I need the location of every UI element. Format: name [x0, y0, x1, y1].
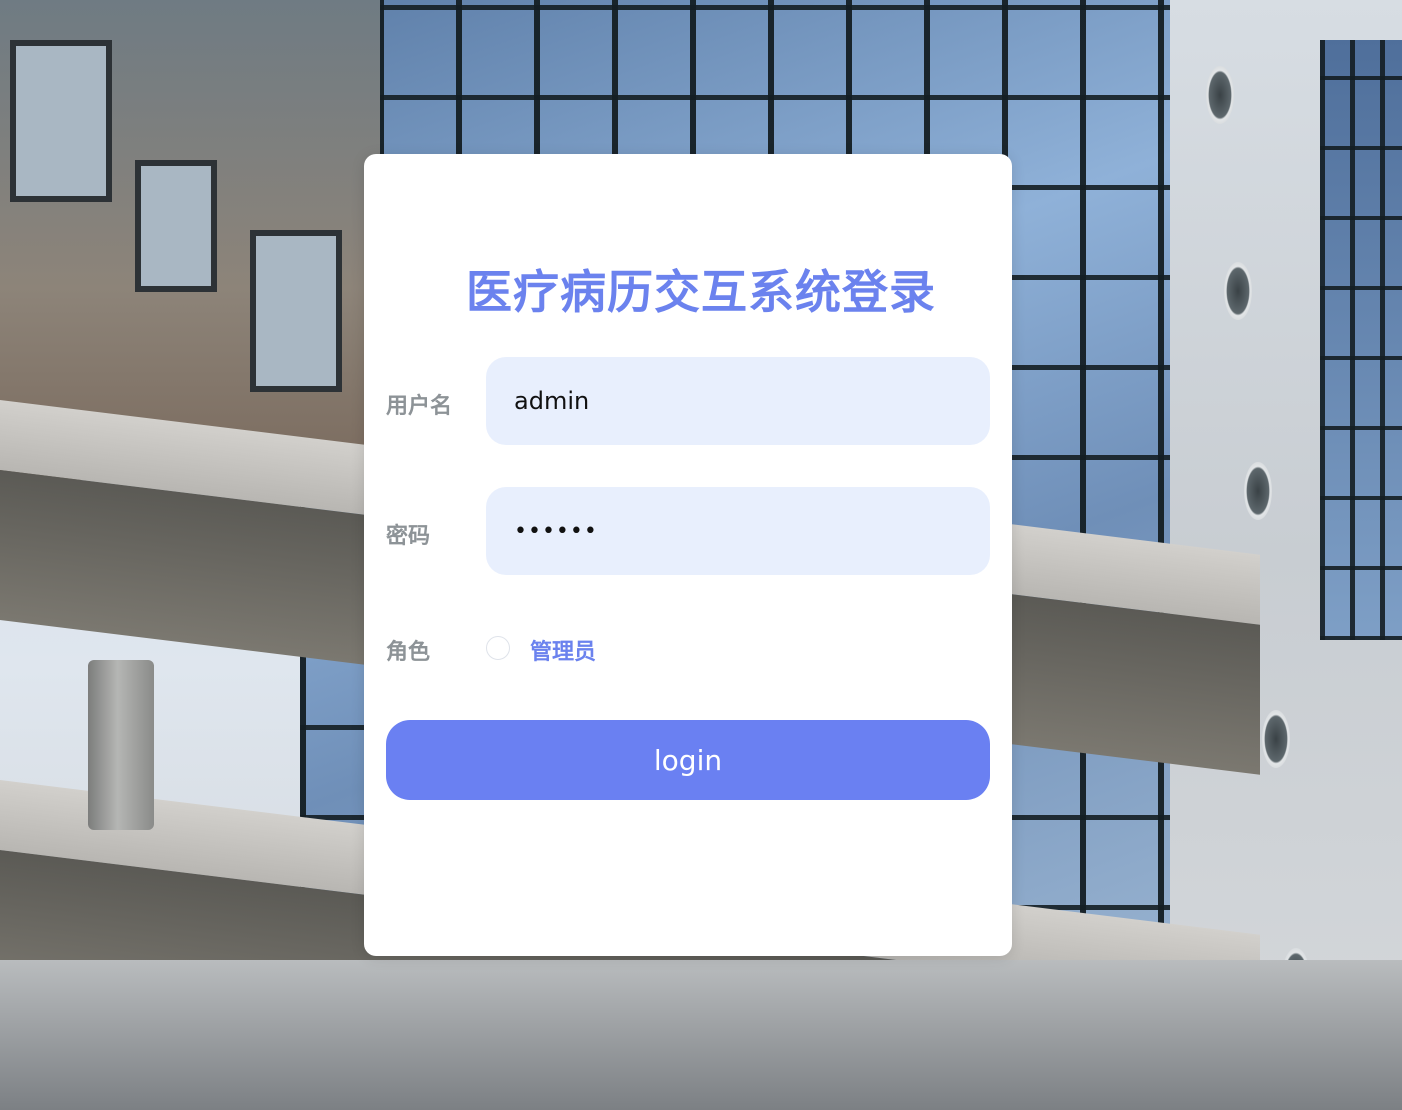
- building-window: [10, 40, 112, 202]
- ground: [0, 960, 1402, 1110]
- pillar: [88, 660, 154, 830]
- login-page: 医疗病历交互系统登录 用户名 admin 密码 •••••• 角色 管理员 lo…: [0, 0, 1402, 1110]
- role-option-admin[interactable]: 管理员: [530, 634, 596, 666]
- password-field[interactable]: ••••••: [486, 487, 990, 575]
- login-button[interactable]: login: [386, 720, 990, 800]
- username-value: admin: [514, 387, 590, 415]
- role-label: 角色: [386, 640, 431, 665]
- username-field[interactable]: admin: [486, 357, 990, 445]
- username-label: 用户名: [386, 394, 453, 419]
- password-mask: ••••••: [514, 518, 598, 544]
- page-title: 医疗病历交互系统登录: [466, 265, 936, 319]
- password-label: 密码: [386, 524, 431, 549]
- role-radio-admin[interactable]: [486, 636, 510, 660]
- vent: [1206, 66, 1234, 124]
- vent: [1262, 710, 1290, 768]
- vent: [1244, 462, 1272, 520]
- right-glass: [1320, 40, 1402, 640]
